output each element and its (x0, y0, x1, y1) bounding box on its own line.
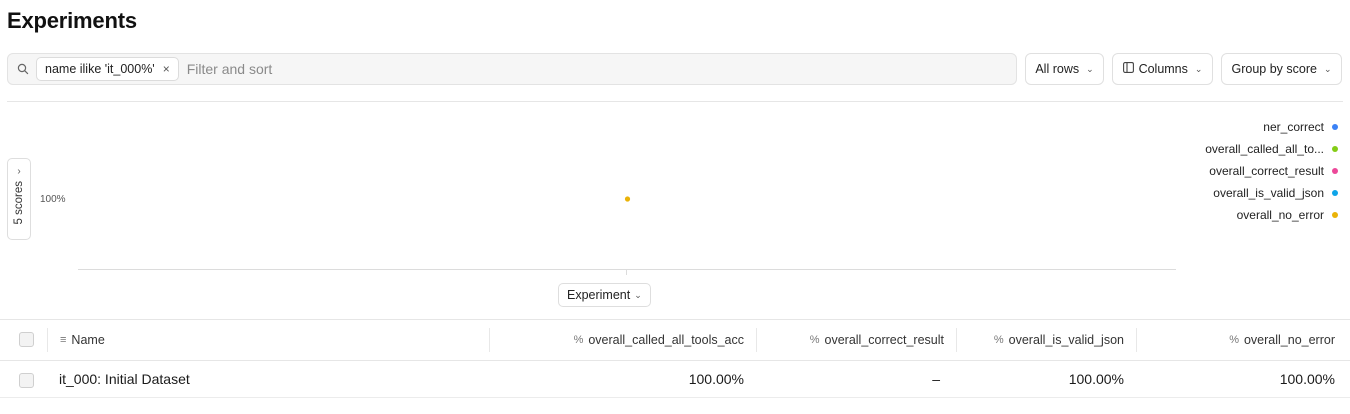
column-header-label: Name (71, 333, 105, 347)
column-separator (1136, 328, 1137, 352)
cell-no-error: 100.00% (1279, 371, 1335, 387)
row-checkbox[interactable] (19, 373, 34, 388)
column-header-no-error[interactable]: % overall_no_error (1146, 333, 1335, 347)
legend-item[interactable]: ner_correct (1263, 116, 1338, 138)
divider (0, 397, 1350, 398)
scores-chart (78, 196, 1176, 275)
legend-label: overall_no_error (1236, 208, 1324, 222)
select-all-checkbox[interactable] (19, 332, 34, 347)
legend-dot (1332, 146, 1338, 152)
percent-icon: % (993, 334, 1004, 346)
divider (0, 319, 1350, 320)
column-header-label: overall_called_all_tools_acc (588, 333, 744, 347)
chart-legend: ner_correct overall_called_all_to... ove… (1205, 116, 1338, 226)
legend-dot (1332, 212, 1338, 218)
column-header-called-all-tools[interactable]: % overall_called_all_tools_acc (500, 333, 744, 347)
legend-label: overall_correct_result (1209, 164, 1324, 178)
row-name[interactable]: it_000: Initial Dataset (59, 371, 190, 387)
cell-correct-result: – (932, 371, 940, 387)
legend-item[interactable]: overall_correct_result (1209, 160, 1338, 182)
column-separator (489, 328, 490, 352)
legend-label: overall_is_valid_json (1213, 186, 1324, 200)
data-point[interactable] (624, 196, 631, 202)
column-header-correct-result[interactable]: % overall_correct_result (766, 333, 944, 347)
column-header-label: overall_no_error (1243, 333, 1335, 347)
column-separator (956, 328, 957, 352)
text-type-icon: ≡ (60, 334, 67, 346)
legend-label: overall_called_all_to... (1205, 142, 1324, 156)
column-header-label: overall_correct_result (824, 333, 945, 347)
x-axis-selector-label: Experiment (567, 288, 631, 302)
column-separator (47, 328, 48, 352)
legend-item[interactable]: overall_is_valid_json (1213, 182, 1338, 204)
percent-icon: % (1229, 334, 1239, 346)
legend-item[interactable]: overall_called_all_to... (1205, 138, 1338, 160)
legend-dot (1332, 168, 1338, 174)
cell-valid-json: 100.00% (1068, 371, 1124, 387)
column-header-name[interactable]: ≡ Name (60, 333, 105, 347)
cell-called-all-tools: 100.00% (688, 371, 744, 387)
legend-label: ner_correct (1263, 120, 1324, 134)
legend-dot (1332, 124, 1338, 130)
legend-item[interactable]: overall_no_error (1237, 204, 1338, 226)
chevron-down-icon: ⌄ (634, 289, 642, 300)
percent-icon: % (809, 334, 820, 346)
column-header-label: overall_is_valid_json (1008, 333, 1124, 347)
column-separator (756, 328, 757, 352)
divider (0, 360, 1350, 361)
x-axis-selector[interactable]: Experiment ⌄ (558, 283, 651, 307)
percent-icon: % (573, 334, 584, 346)
legend-dot (1332, 190, 1338, 196)
column-header-valid-json[interactable]: % overall_is_valid_json (966, 333, 1124, 347)
